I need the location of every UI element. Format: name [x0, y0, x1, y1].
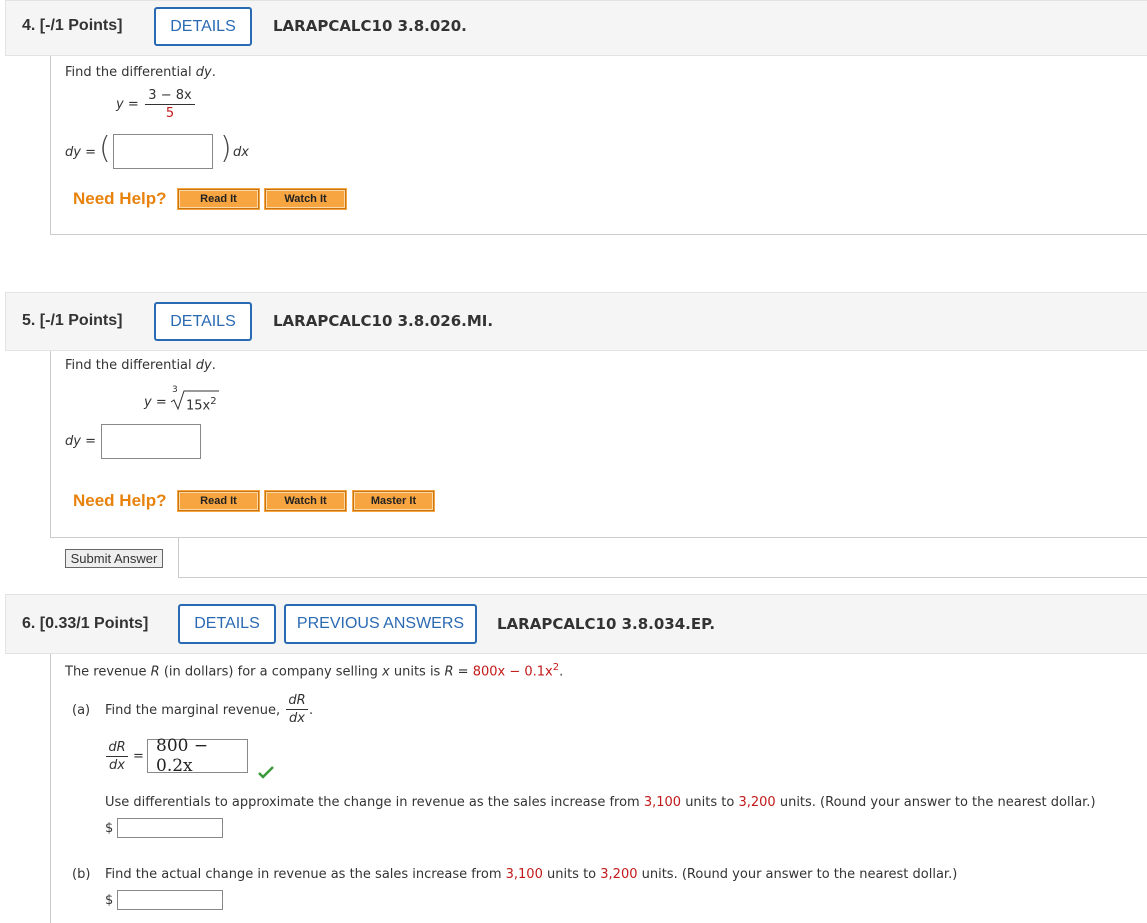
q5-master-it-button[interactable]: Master It [352, 490, 435, 512]
q5-number: 5. [-/1 Points] [22, 312, 123, 329]
q4-watch-it-label: Watch It [266, 190, 345, 208]
q5-submit-button[interactable]: Submit Answer [65, 549, 163, 568]
q6-part-a-label: (a) [72, 703, 91, 718]
q4-need-help: Need Help? [73, 189, 167, 208]
q5-watch-it-label: Watch It [266, 492, 345, 510]
q5-points: [-/1 Points] [39, 312, 123, 329]
q6-part-a-period: . [309, 703, 314, 718]
q5-read-it-button[interactable]: Read It [177, 490, 260, 512]
q6-part-b-text: Find the actual change in revenue as the… [105, 867, 958, 882]
q6-number: 6. [0.33/1 Points] [22, 615, 149, 632]
q5-y-label: y = [144, 395, 167, 410]
q5-prompt: Find the differential dy. [65, 358, 216, 373]
q6-question-id: LARAPCALC10 3.8.034.EP. [497, 615, 716, 633]
q4-answer-input[interactable] [113, 134, 213, 169]
q4-fraction: 3 − 8x 5 [145, 88, 195, 121]
q6-answer-equals: = [133, 749, 144, 764]
q4-details-button[interactable]: DETAILS [154, 7, 252, 46]
q6-intro: The revenue R (in dollars) for a company… [65, 662, 564, 680]
q6-part-a-answer-input[interactable]: 800 − 0.2x [147, 736, 248, 776]
q5-radicand: 15x2 [186, 396, 217, 414]
q6-approx-text: Use differentials to approximate the cha… [105, 795, 1096, 810]
q6-part-a-text: Find the marginal revenue, [105, 703, 281, 718]
q4-watch-it-button[interactable]: Watch It [264, 188, 347, 210]
q4-points: [-/1 Points] [39, 17, 123, 34]
q6-body [50, 654, 51, 923]
q6-part-b-answer-input[interactable] [117, 890, 223, 910]
q5-need-help: Need Help? [73, 491, 167, 510]
q6-points: [0.33/1 Points] [39, 615, 149, 632]
q4-read-it-button[interactable]: Read It [177, 188, 260, 210]
q6-answer-dx: dx [109, 758, 125, 773]
q4-numerator: 3 − 8x [148, 88, 192, 103]
q5-body [50, 351, 1147, 578]
q4-y-label: y = [116, 97, 139, 112]
q5-answer-input[interactable] [101, 424, 201, 459]
q4-number: 4. [-/1 Points] [22, 17, 123, 34]
q4-prompt: Find the differential dy. [65, 65, 216, 80]
q6-dx: dx [289, 711, 305, 726]
q4-left-paren: ( [99, 131, 111, 166]
q5-submit-tab-line [179, 537, 1147, 538]
q4-question-id: LARAPCALC10 3.8.020. [273, 17, 467, 35]
q5-question-id: LARAPCALC10 3.8.026.MI. [273, 312, 494, 330]
q6-details-button[interactable]: DETAILS [178, 604, 276, 644]
q6-part-b-label: (b) [72, 867, 91, 882]
q5-master-it-label: Master It [354, 492, 433, 510]
q4-dx-label: dx [233, 145, 249, 160]
q4-dy-label: dy = [65, 145, 96, 160]
q6-approx-dollar: $ [105, 821, 114, 836]
q6-answer-derivative: dR dx [106, 740, 128, 773]
q6-approx-answer-input[interactable] [117, 818, 223, 838]
q5-watch-it-button[interactable]: Watch It [264, 490, 347, 512]
q6-answer-dR: dR [108, 740, 126, 755]
q6-dR: dR [288, 693, 306, 708]
q6-previous-answers-button[interactable]: PREVIOUS ANSWERS [284, 604, 477, 644]
q5-dy-label: dy = [65, 434, 96, 449]
q6-part-a-answer-value: 800 − 0.2x [156, 736, 209, 776]
q4-denominator: 5 [165, 106, 175, 121]
q5-read-it-label: Read It [179, 492, 258, 510]
checkmark-icon [258, 766, 274, 779]
q4-read-it-label: Read It [179, 190, 258, 208]
q4-right-paren: ) [220, 131, 232, 166]
q5-details-button[interactable]: DETAILS [154, 302, 252, 341]
q6-part-b-dollar: $ [105, 893, 114, 908]
q6-part-a-derivative: dR dx [286, 693, 308, 726]
